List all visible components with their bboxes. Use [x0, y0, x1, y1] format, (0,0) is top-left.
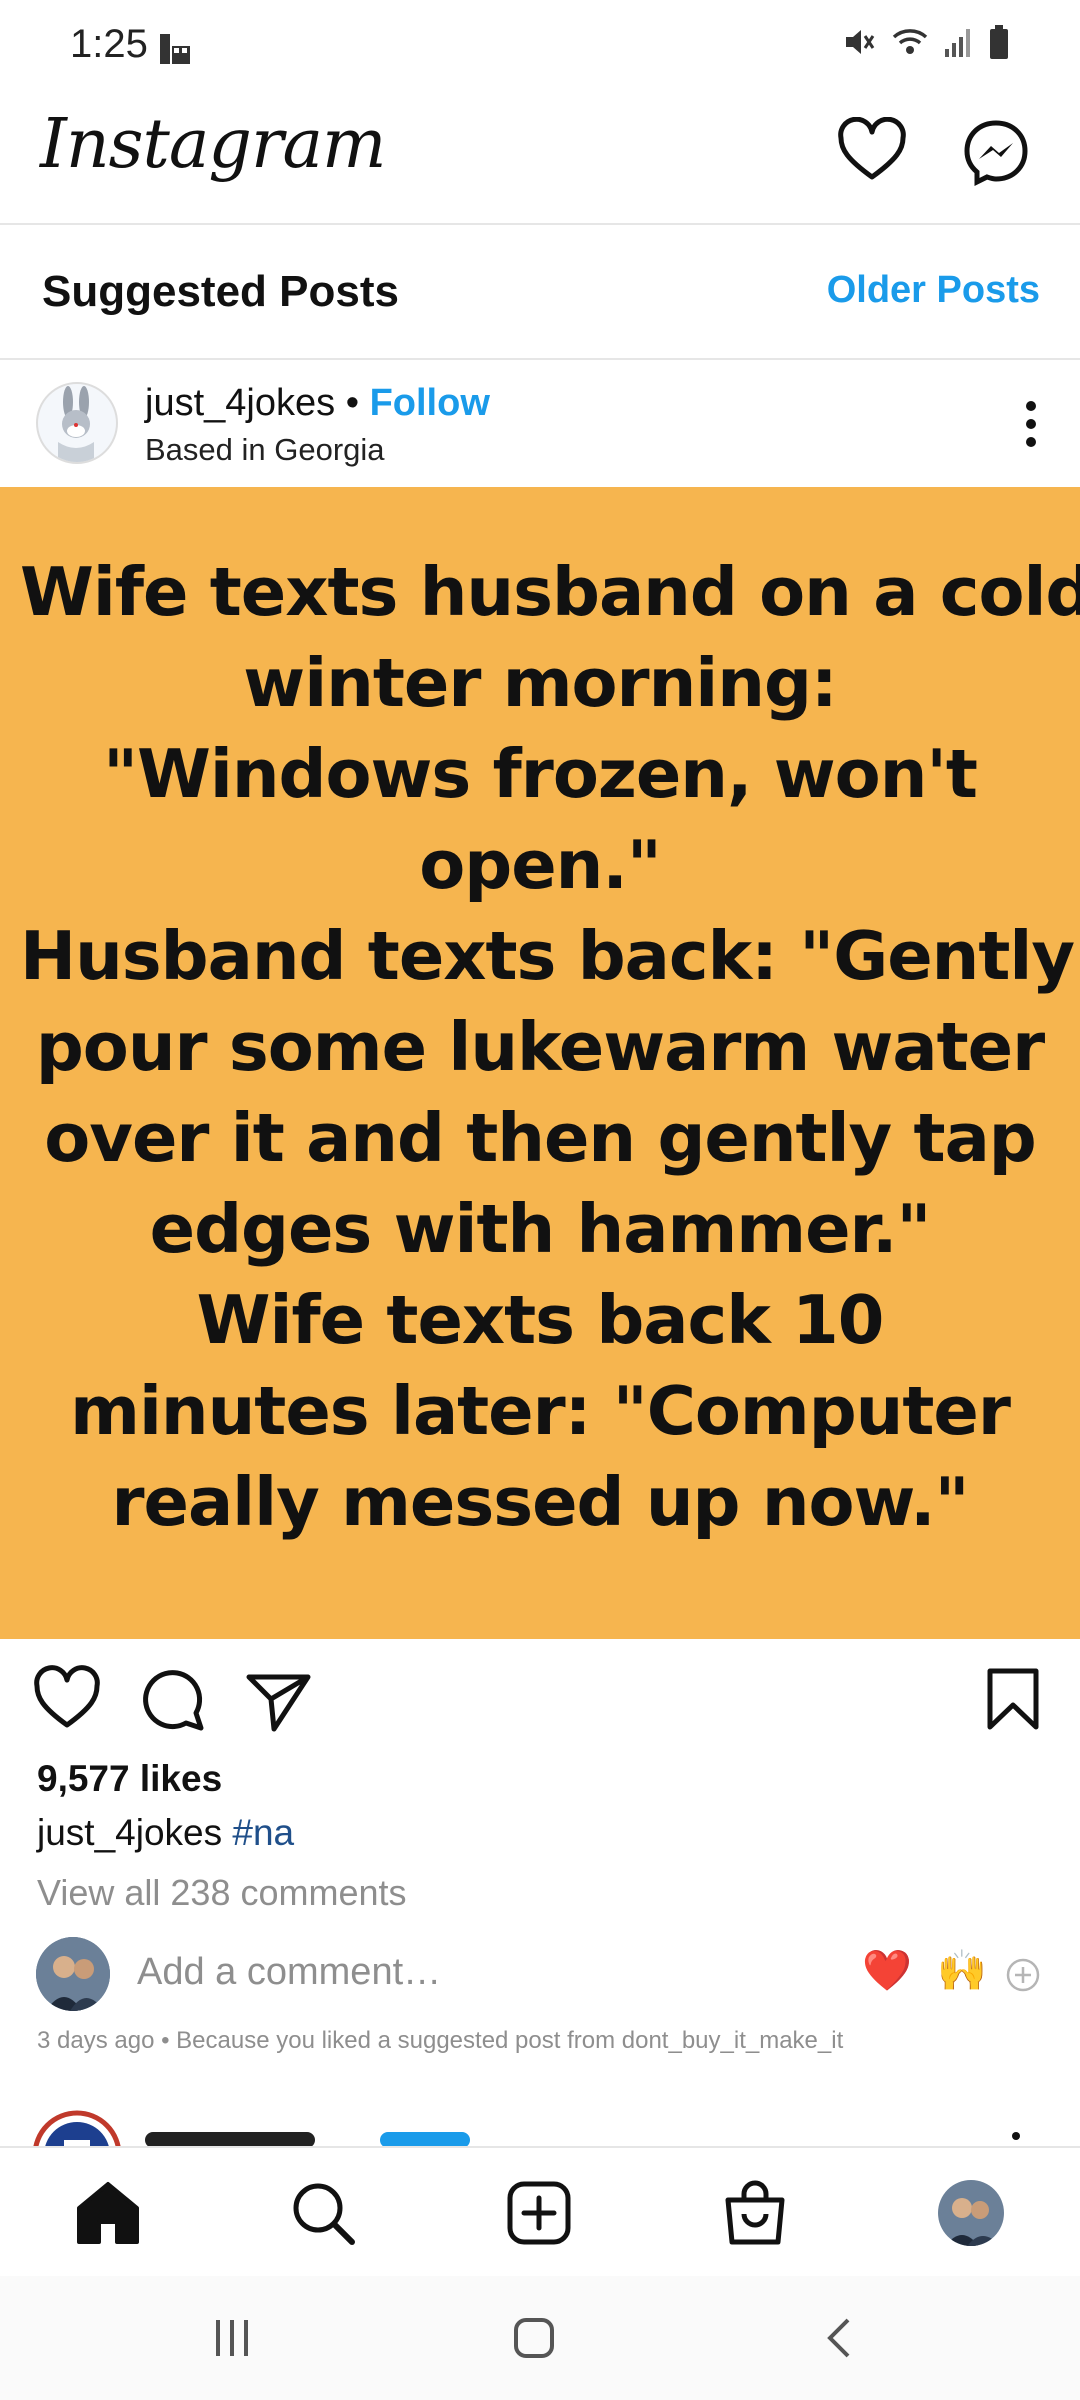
wifi-icon	[890, 25, 930, 64]
add-comment-input[interactable]: Add a comment…	[137, 1951, 441, 1994]
post-username-row: just_4jokes • Follow	[145, 382, 490, 425]
messenger-icon[interactable]	[961, 117, 1031, 187]
profile-icon[interactable]	[936, 2178, 1006, 2248]
create-icon[interactable]	[504, 2178, 574, 2248]
media-icon	[158, 32, 192, 71]
follow-button[interactable]: Follow	[370, 382, 490, 424]
add-reaction-icon[interactable]	[1005, 1957, 1041, 1998]
likes-count[interactable]: 9,577 likes	[37, 1758, 222, 1800]
shop-icon[interactable]	[720, 2178, 790, 2248]
heart-icon[interactable]	[837, 116, 907, 187]
joke-line: "Windows frozen, won't	[103, 735, 978, 813]
signal-icon	[944, 25, 974, 64]
joke-line: Husband texts back: "Gently	[20, 917, 1075, 995]
suggested-posts-title: Suggested Posts	[42, 267, 399, 316]
status-icons	[842, 24, 1010, 65]
status-time: 1:25	[70, 22, 148, 66]
next-post-follow-blur	[380, 2132, 470, 2146]
older-posts-link[interactable]: Older Posts	[827, 269, 1040, 312]
comment-row: Add a comment… ❤️ 🙌	[0, 1935, 1080, 2015]
next-post-peek	[0, 2100, 1080, 2146]
mute-icon	[842, 25, 876, 64]
like-icon[interactable]	[32, 1665, 102, 1735]
recents-icon[interactable]	[210, 2316, 254, 2365]
joke-line: really messed up now."	[111, 1463, 969, 1541]
instagram-logo: Instagram	[40, 105, 386, 184]
bookmark-icon[interactable]	[978, 1665, 1048, 1735]
next-post-more-icon	[1012, 2132, 1020, 2140]
next-post-username-blur	[145, 2132, 315, 2146]
post-username[interactable]: just_4jokes	[145, 382, 335, 424]
home-button-icon[interactable]	[512, 2316, 556, 2365]
bottom-nav	[0, 2146, 1080, 2278]
status-bar: 1:25	[0, 0, 1080, 95]
joke-line: minutes later: "Computer	[70, 1372, 1011, 1450]
post-caption: just_4jokes #na	[37, 1812, 294, 1854]
comment-icon[interactable]	[138, 1665, 208, 1735]
app-header: Instagram	[0, 95, 1080, 225]
joke-line: open."	[419, 826, 662, 904]
joke-line: edges with hammer."	[149, 1190, 932, 1268]
back-icon[interactable]	[818, 2316, 862, 2365]
heart-reaction[interactable]: ❤️	[862, 1947, 912, 1994]
home-icon[interactable]	[73, 2178, 143, 2248]
battery-icon	[988, 24, 1010, 65]
caption-hashtag[interactable]: #na	[232, 1812, 294, 1853]
separator-dot: •	[345, 382, 359, 424]
joke-line: winter morning:	[243, 644, 837, 722]
joke-line: over it and then gently tap	[44, 1099, 1037, 1177]
more-options-icon[interactable]	[1016, 394, 1046, 454]
raised-hands-reaction[interactable]: 🙌	[937, 1947, 987, 1994]
my-avatar	[36, 1937, 110, 2011]
post-image-text: Wife texts husband on a cold winter morn…	[20, 547, 1080, 1548]
post-image[interactable]: Wife texts husband on a cold winter morn…	[0, 487, 1080, 1639]
search-icon[interactable]	[288, 2178, 358, 2248]
post-header: just_4jokes • Follow Based in Georgia	[0, 360, 1080, 486]
joke-line: Wife texts back 10	[196, 1281, 885, 1359]
joke-line: pour some lukewarm water	[35, 1008, 1045, 1086]
caption-username[interactable]: just_4jokes	[37, 1812, 222, 1853]
suggested-posts-header: Suggested Posts Older Posts	[0, 225, 1080, 360]
post-meta: 3 days ago • Because you liked a suggest…	[37, 2027, 844, 2054]
view-comments-link[interactable]: View all 238 comments	[37, 1872, 407, 1914]
next-post-avatar	[32, 2110, 122, 2146]
user-avatar[interactable]	[36, 382, 118, 464]
share-icon[interactable]	[244, 1665, 314, 1735]
post-location[interactable]: Based in Georgia	[145, 432, 385, 468]
joke-line: Wife texts husband on a cold	[20, 553, 1080, 631]
system-nav-bar	[0, 2276, 1080, 2400]
